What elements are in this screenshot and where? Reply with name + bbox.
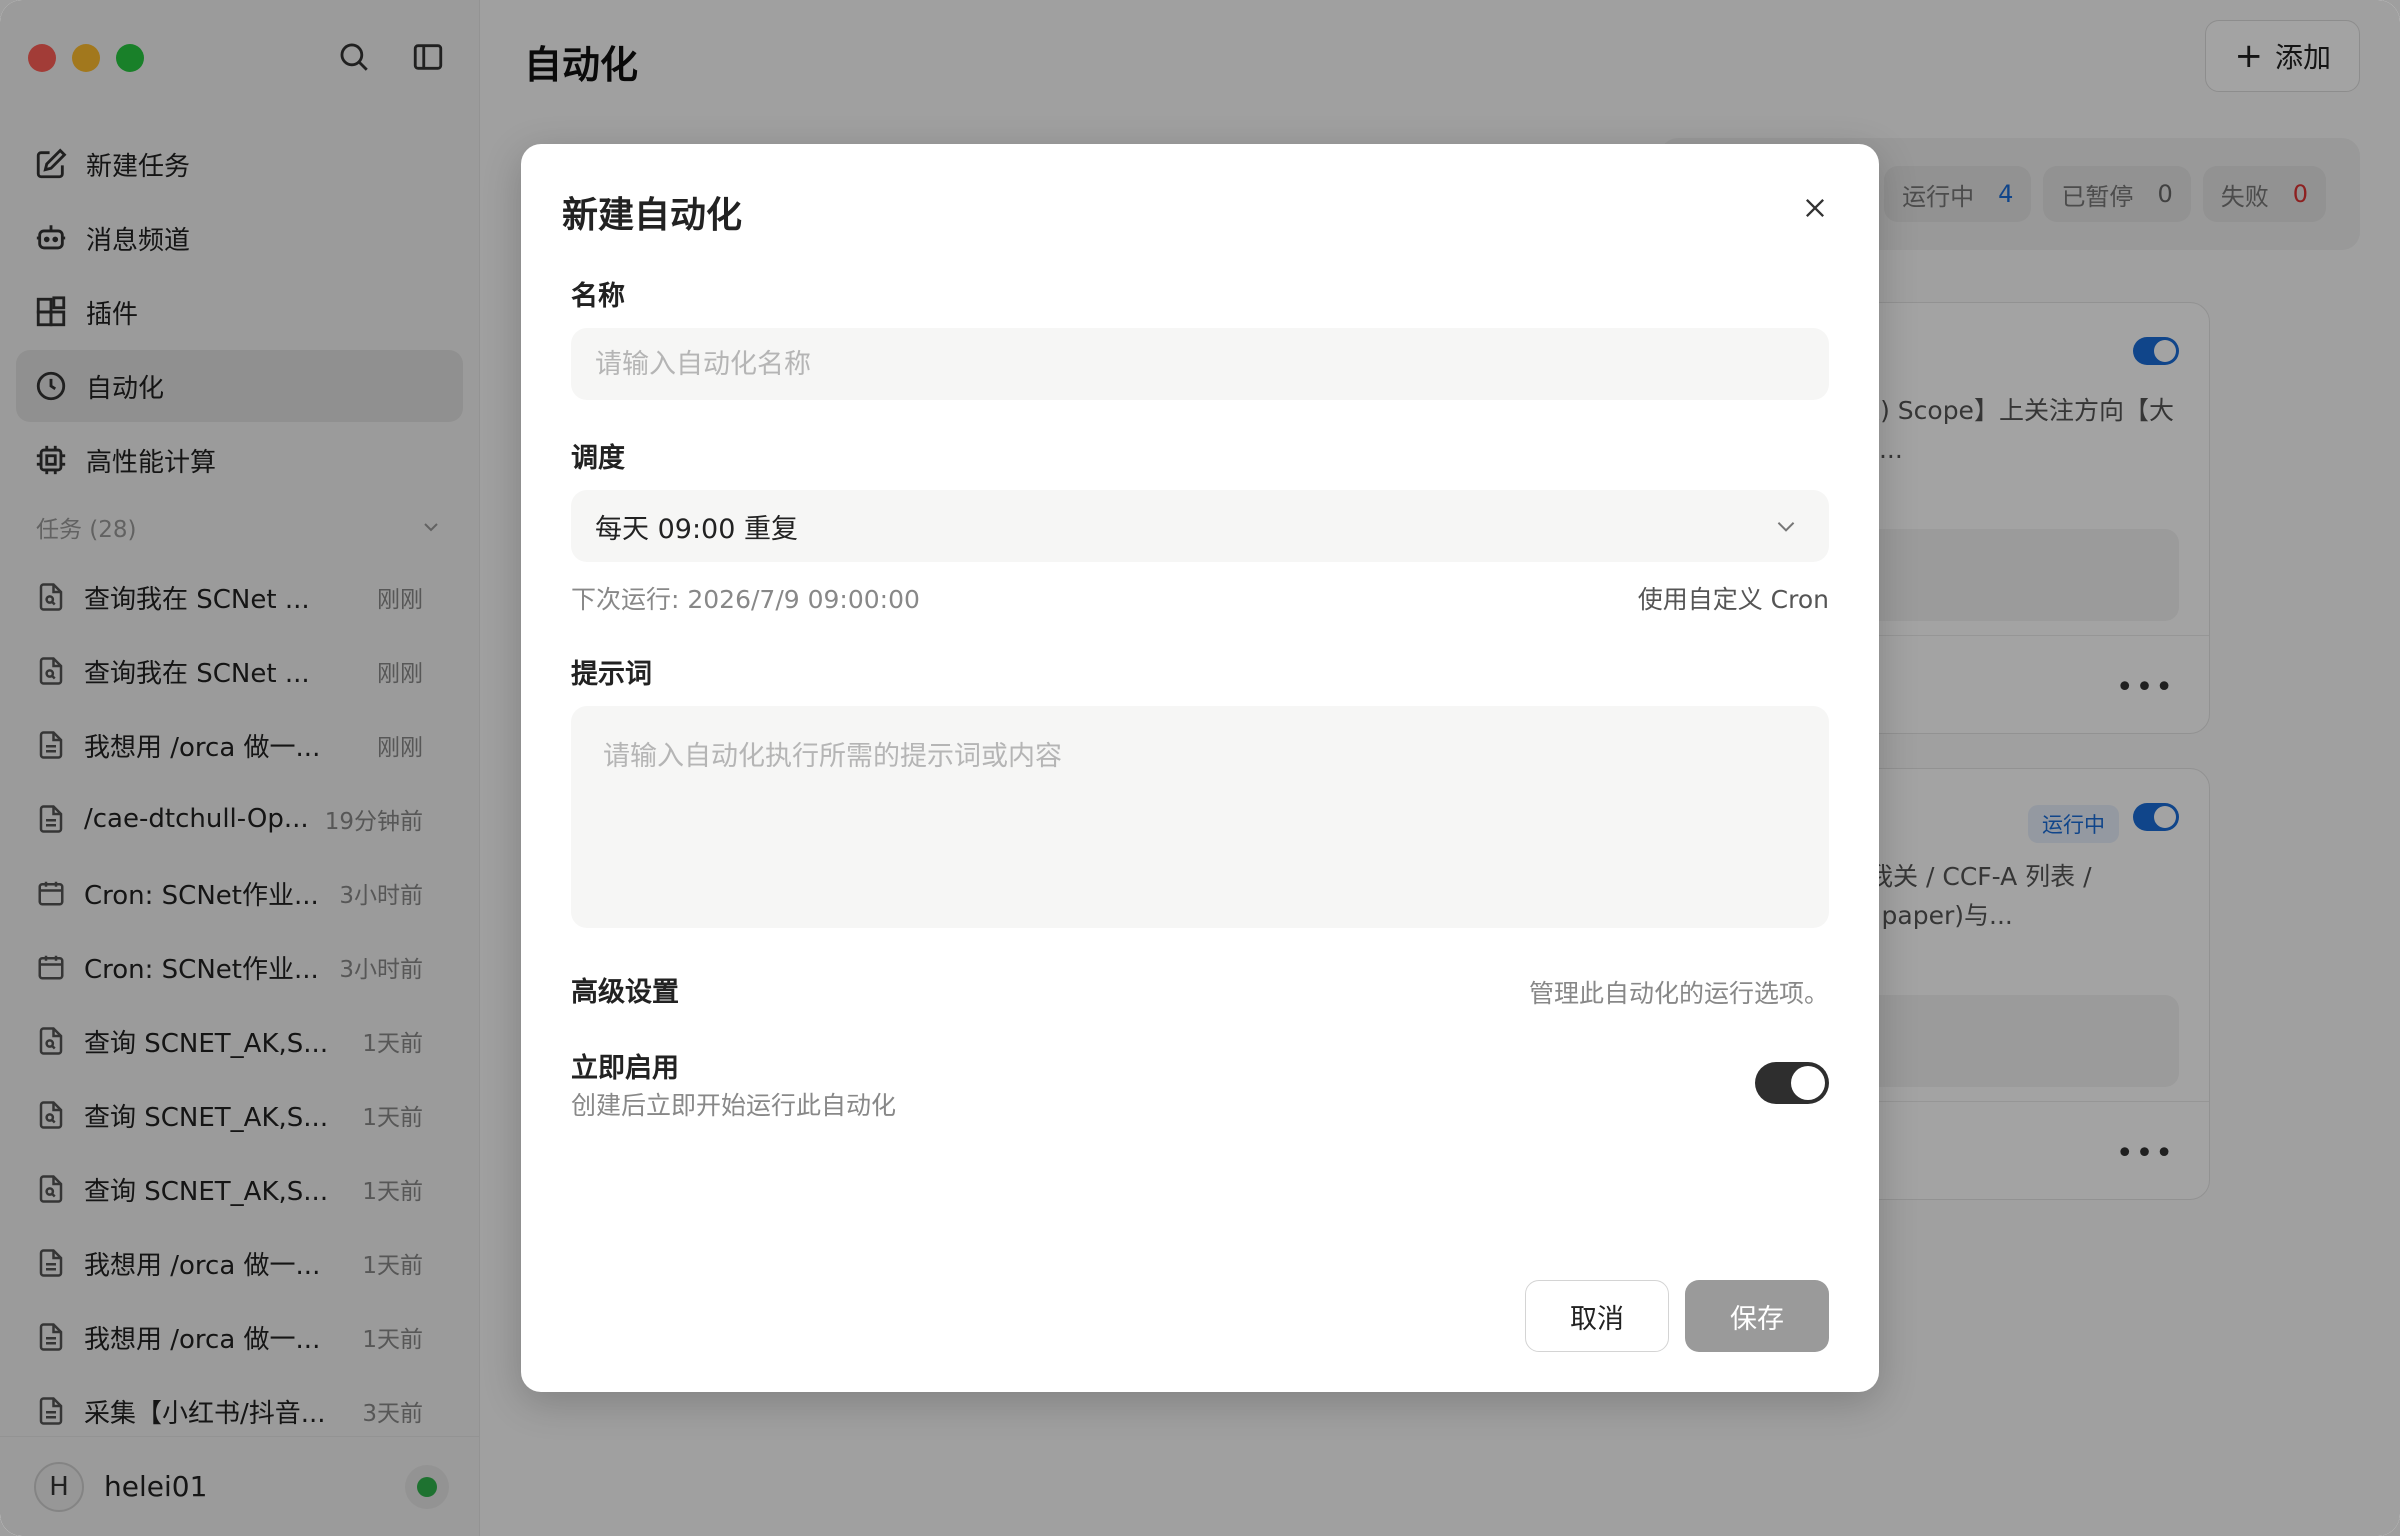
schedule-value: 每天 09:00 重复 [595, 513, 798, 545]
save-button[interactable]: 保存 [1685, 1280, 1829, 1352]
custom-cron-link[interactable]: 使用自定义 Cron [1638, 580, 1829, 616]
enable-now-label: 立即启用 [571, 1053, 679, 1084]
enable-now-toggle[interactable] [1755, 1062, 1829, 1104]
schedule-label: 调度 [571, 443, 625, 474]
advanced-settings-desc: 管理此自动化的运行选项。 [1528, 979, 1829, 1008]
name-label: 名称 [571, 281, 625, 312]
cancel-button[interactable]: 取消 [1525, 1280, 1669, 1352]
name-input[interactable] [571, 328, 1829, 400]
prompt-label: 提示词 [571, 659, 652, 690]
prompt-textarea[interactable] [571, 706, 1829, 928]
enable-now-desc: 创建后立即开始运行此自动化 [571, 1091, 897, 1120]
new-automation-dialog: 新建自动化 名称 调度 每天 09:00 重复 下次运行: 2026/7/9 0… [521, 144, 1879, 1392]
close-button[interactable] [1795, 188, 1835, 228]
close-icon [1806, 199, 1824, 217]
advanced-settings-label: 高级设置 [571, 977, 679, 1008]
dialog-title: 新建自动化 [562, 195, 743, 236]
schedule-select[interactable]: 每天 09:00 重复 [571, 490, 1829, 562]
next-run-text: 下次运行: 2026/7/9 09:00:00 [571, 585, 920, 614]
app-window: 新建任务 消息频道 插件 自动化 高性能计算 任务 (28) 查询我在 SCNe… [0, 0, 2400, 1536]
chevron-down-icon [1777, 522, 1795, 532]
